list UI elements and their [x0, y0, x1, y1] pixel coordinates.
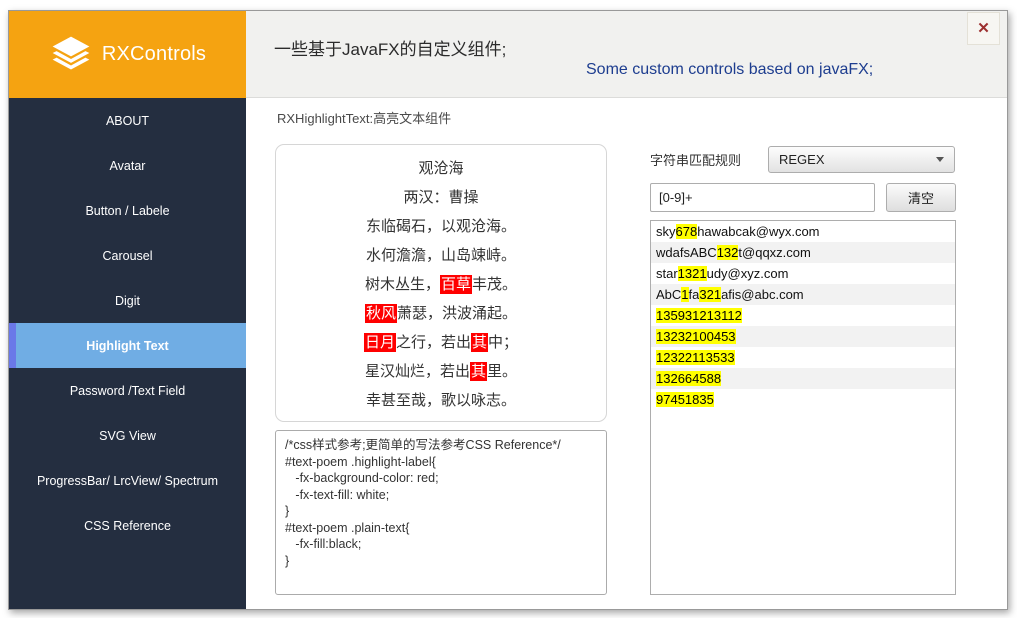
- highlight-segment: 其: [471, 333, 488, 352]
- page-subtitle: Some custom controls based on javaFX;: [586, 61, 873, 79]
- text-segment: star: [656, 266, 678, 281]
- highlight-segment: 132: [717, 245, 739, 260]
- highlight-segment: 678: [676, 224, 698, 239]
- css-code-editor[interactable]: /*css样式参考;更简单的写法参考CSS Reference*/ #text-…: [275, 430, 607, 595]
- match-rule-label: 字符串匹配规则: [650, 150, 741, 169]
- app-window: RXControls ABOUTAvatarButton / LabeleCar…: [8, 10, 1008, 610]
- text-segment: 中；: [488, 334, 518, 351]
- text-segment: 东临碣石，以观沧海。: [366, 218, 516, 235]
- sidebar-item-about[interactable]: ABOUT: [9, 98, 246, 143]
- text-segment: fa: [689, 287, 700, 302]
- regex-mode-select[interactable]: REGEX: [768, 146, 955, 173]
- text-segment: AbC: [656, 287, 681, 302]
- close-icon: ✕: [977, 21, 990, 36]
- list-item[interactable]: sky678hawabcak@wyx.com: [651, 221, 955, 242]
- layers-icon: [49, 34, 93, 76]
- sidebar-item-digit[interactable]: Digit: [9, 278, 246, 323]
- highlight-segment: 日月: [364, 333, 396, 352]
- poem-line: 星汉灿烂，若出其里。: [276, 357, 606, 386]
- poem-line: 东临碣石，以观沧海。: [276, 212, 606, 241]
- left-column: RXControls ABOUTAvatarButton / LabeleCar…: [9, 11, 246, 609]
- clear-button[interactable]: 清空: [886, 183, 956, 212]
- list-item[interactable]: 12322113533: [651, 347, 955, 368]
- section-label: RXHighlightText:高亮文本组件: [277, 108, 451, 127]
- highlight-segment: 秋风: [365, 304, 397, 323]
- list-item[interactable]: 13232100453: [651, 326, 955, 347]
- page-background: RXControls ABOUTAvatarButton / LabeleCar…: [0, 0, 1017, 618]
- text-segment: t@qqxz.com: [738, 245, 810, 260]
- close-button[interactable]: ✕: [967, 12, 1000, 45]
- sidebar-item-svg-view[interactable]: SVG View: [9, 413, 246, 458]
- text-segment: 丰茂。: [472, 276, 517, 293]
- pattern-input[interactable]: [650, 183, 875, 212]
- sidebar-item-avatar[interactable]: Avatar: [9, 143, 246, 188]
- text-segment: 萧瑟，洪波涌起。: [397, 305, 517, 322]
- brand-header: RXControls: [9, 11, 246, 98]
- sidebar: ABOUTAvatarButton / LabeleCarouselDigitH…: [9, 98, 246, 609]
- right-column: 一些基于JavaFX的自定义组件; Some custom controls b…: [246, 11, 1007, 609]
- highlight-segment: 321: [699, 287, 721, 302]
- sidebar-item-css-reference[interactable]: CSS Reference: [9, 503, 246, 548]
- text-segment: 树木丛生，: [365, 276, 440, 293]
- list-item[interactable]: 97451835: [651, 389, 955, 410]
- match-result-list: sky678hawabcak@wyx.comwdafsABC132t@qqxz.…: [650, 220, 956, 595]
- text-segment: udy@xyz.com: [707, 266, 789, 281]
- text-segment: 水何澹澹，山岛竦峙。: [366, 247, 516, 264]
- poem-line: 秋风萧瑟，洪波涌起。: [276, 299, 606, 328]
- sidebar-item-highlight-text[interactable]: Highlight Text: [9, 323, 246, 368]
- highlight-segment: 其: [470, 362, 487, 381]
- list-item[interactable]: AbC1fa321afis@abc.com: [651, 284, 955, 305]
- highlight-segment: 132664588: [656, 371, 721, 386]
- main-content: RXHighlightText:高亮文本组件 观沧海两汉：曹操东临碣石，以观沧海…: [246, 98, 1007, 609]
- poem-line: 树木丛生，百草丰茂。: [276, 270, 606, 299]
- highlight-segment: 1321: [678, 266, 707, 281]
- page-title: 一些基于JavaFX的自定义组件;: [274, 35, 506, 60]
- sidebar-item-progressbar-lrcview-spectrum[interactable]: ProgressBar/ LrcView/ Spectrum: [9, 458, 246, 503]
- chevron-down-icon: [936, 157, 944, 162]
- poem-line: 两汉：曹操: [276, 183, 606, 212]
- highlight-segment: 135931213112: [656, 308, 742, 323]
- text-segment: 观沧海: [418, 160, 463, 177]
- highlight-text-poem-panel: 观沧海两汉：曹操东临碣石，以观沧海。水何澹澹，山岛竦峙。树木丛生，百草丰茂。秋风…: [275, 144, 607, 422]
- text-segment: wdafsABC: [656, 245, 717, 260]
- list-item[interactable]: 135931213112: [651, 305, 955, 326]
- poem-line: 幸甚至哉，歌以咏志。: [276, 386, 606, 415]
- text-segment: 里。: [487, 363, 517, 380]
- highlight-segment: 13232100453: [656, 329, 736, 344]
- text-segment: 之行，若出: [396, 334, 471, 351]
- text-segment: 星汉灿烂，若出: [365, 363, 470, 380]
- brand-name: RXControls: [102, 43, 206, 66]
- header-bar: 一些基于JavaFX的自定义组件; Some custom controls b…: [246, 11, 1007, 98]
- text-segment: sky: [656, 224, 676, 239]
- highlight-segment: 1: [681, 287, 688, 302]
- list-item[interactable]: 132664588: [651, 368, 955, 389]
- poem-line: 日月之行，若出其中；: [276, 328, 606, 357]
- sidebar-item-carousel[interactable]: Carousel: [9, 233, 246, 278]
- poem-line: 观沧海: [276, 154, 606, 183]
- text-segment: afis@abc.com: [721, 287, 804, 302]
- text-segment: 幸甚至哉，歌以咏志。: [366, 392, 516, 409]
- highlight-segment: 百草: [440, 275, 472, 294]
- list-item[interactable]: wdafsABC132t@qqxz.com: [651, 242, 955, 263]
- sidebar-item-button-labele[interactable]: Button / Labele: [9, 188, 246, 233]
- highlight-segment: 97451835: [656, 392, 714, 407]
- poem-line: 水何澹澹，山岛竦峙。: [276, 241, 606, 270]
- sidebar-item-password-text-field[interactable]: Password /Text Field: [9, 368, 246, 413]
- list-item[interactable]: star1321udy@xyz.com: [651, 263, 955, 284]
- text-segment: 两汉：曹操: [403, 189, 478, 206]
- highlight-segment: 12322113533: [656, 350, 735, 365]
- regex-mode-value: REGEX: [779, 152, 825, 167]
- text-segment: hawabcak@wyx.com: [697, 224, 819, 239]
